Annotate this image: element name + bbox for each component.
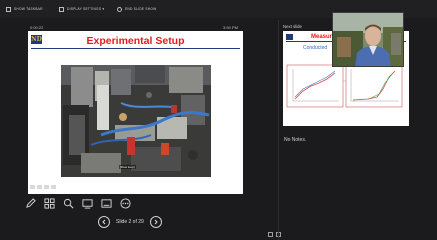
pointer-icon[interactable] — [81, 197, 94, 210]
chevron-left-icon — [102, 219, 106, 225]
display-settings-label: DISPLAY SETTINGS ▾ — [67, 7, 105, 11]
chevron-right-icon — [154, 219, 158, 225]
slide-sorter-icon[interactable] — [43, 197, 56, 210]
display-settings-button[interactable]: DISPLAY SETTINGS ▾ — [59, 4, 104, 14]
show-taskbar-button[interactable]: SHOW TASKBAR — [6, 4, 43, 14]
end-slide-show-label: END SLIDE SHOW — [125, 7, 157, 11]
display-icon — [59, 6, 64, 12]
photo-caption: [Flow loop] — [119, 165, 136, 169]
pen-icon[interactable] — [24, 197, 37, 210]
zoom-icon[interactable] — [62, 197, 75, 210]
footer-button[interactable] — [30, 185, 35, 189]
experimental-setup-photo: [Flow loop] — [61, 65, 211, 177]
pane-divider[interactable] — [278, 20, 279, 240]
footer-button[interactable] — [37, 185, 42, 189]
presenter-tools — [24, 197, 132, 210]
title-divider — [31, 48, 240, 50]
end-slide-show-button[interactable]: END SLIDE SHOW — [117, 4, 156, 14]
slide-title: Experimental Setup — [86, 35, 185, 47]
next-slide-label: Next slide — [283, 24, 302, 29]
webcam-overlay — [332, 12, 404, 67]
more-options-icon[interactable] — [119, 197, 132, 210]
slide-footer-buttons — [30, 185, 56, 189]
show-taskbar-label: SHOW TASKBAR — [14, 7, 43, 11]
slide-navigation: Slide 2 of 29 — [98, 216, 162, 228]
taskbar-icon — [6, 6, 11, 12]
notes-font-controls — [268, 232, 281, 237]
previous-slide-button[interactable] — [98, 216, 110, 228]
footer-button[interactable] — [51, 185, 56, 189]
clock: 3:59 PM — [223, 25, 238, 30]
slide-counter[interactable]: Slide 2 of 29 — [116, 219, 144, 225]
elapsed-timer: 0:00:22 — [30, 25, 44, 30]
end-show-icon — [117, 6, 122, 12]
footer-button[interactable] — [44, 185, 49, 189]
speaker-notes[interactable]: No Notes. — [284, 137, 306, 143]
subtitles-icon[interactable] — [100, 197, 113, 210]
current-slide: ND Experimental Setup [Flow loop] — [28, 31, 243, 194]
increase-font-icon[interactable] — [268, 232, 273, 237]
next-slide-button[interactable] — [149, 216, 162, 228]
